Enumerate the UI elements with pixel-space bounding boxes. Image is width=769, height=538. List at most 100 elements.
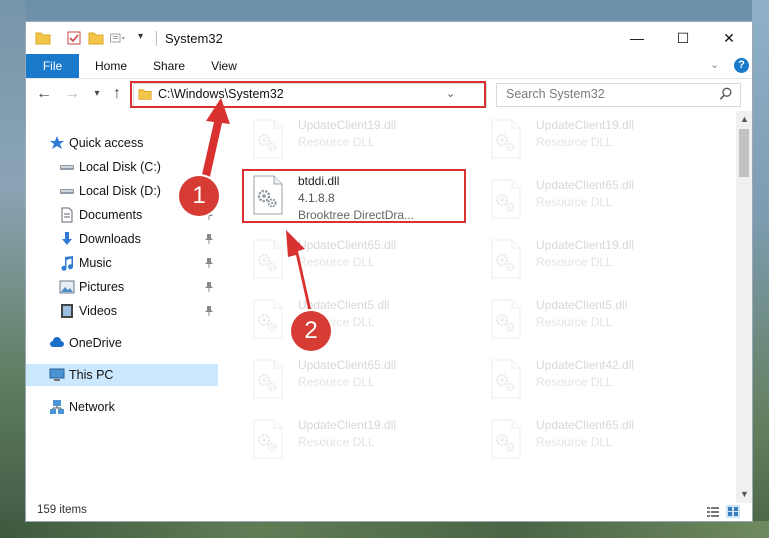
up-button[interactable]: ↑ bbox=[108, 85, 126, 103]
tab-home[interactable]: Home bbox=[86, 54, 136, 78]
file-type: Resource DLL bbox=[536, 135, 613, 149]
sidebar-item-label: Pictures bbox=[79, 280, 125, 294]
search-icon[interactable] bbox=[719, 87, 733, 101]
back-button[interactable]: ← bbox=[35, 85, 53, 103]
file-version: 4.1.8.8 bbox=[298, 191, 335, 205]
dll-file-icon bbox=[490, 119, 522, 159]
sidebar-item-onedrive[interactable]: OneDrive bbox=[26, 332, 218, 354]
expand-ribbon-chevron-icon[interactable]: ⌄ bbox=[710, 58, 719, 71]
file-name: UpdateClient19.dll bbox=[298, 418, 397, 432]
file-item[interactable]: UpdateClient5.dll Resource DLL bbox=[482, 295, 702, 345]
desktop-background-right bbox=[752, 0, 769, 538]
desktop-background-left bbox=[0, 0, 26, 538]
file-item[interactable]: UpdateClient65.dll Resource DLL bbox=[244, 235, 464, 285]
folder-icon[interactable] bbox=[35, 30, 51, 46]
file-name: UpdateClient65.dll bbox=[298, 358, 397, 372]
step-2-badge: 2 bbox=[291, 311, 331, 351]
dll-file-icon bbox=[252, 239, 284, 279]
sidebar-item-local-disk-c[interactable]: Local Disk (C:) bbox=[26, 156, 218, 178]
search-input[interactable]: Search System32 bbox=[496, 83, 741, 107]
large-icons-view-icon[interactable] bbox=[726, 505, 740, 518]
pin-icon bbox=[204, 281, 214, 293]
ribbon-tabs: File Home Share View ⌄ ? bbox=[26, 54, 752, 79]
pin-icon bbox=[204, 305, 214, 317]
file-name: UpdateClient42.dll bbox=[536, 358, 635, 372]
sidebar-item-label: Local Disk (D:) bbox=[79, 184, 161, 198]
file-name: UpdateClient65.dll bbox=[536, 418, 635, 432]
tab-view[interactable]: View bbox=[202, 54, 246, 78]
dll-file-icon bbox=[490, 419, 522, 459]
file-name: UpdateClient5.dll bbox=[536, 298, 628, 312]
help-icon[interactable]: ? bbox=[734, 58, 749, 73]
sidebar-item-label: Music bbox=[79, 256, 112, 270]
properties-check-icon[interactable] bbox=[66, 30, 82, 46]
file-item[interactable]: UpdateClient19.dll Resource DLL bbox=[482, 115, 702, 165]
file-name: UpdateClient65.dll bbox=[536, 178, 635, 192]
file-name: UpdateClient65.dll bbox=[298, 238, 397, 252]
file-type: Resource DLL bbox=[298, 375, 375, 389]
file-item[interactable]: UpdateClient65.dll Resource DLL bbox=[482, 415, 702, 465]
close-button[interactable]: ✕ bbox=[706, 22, 752, 54]
scrollbar-thumb[interactable] bbox=[739, 129, 749, 177]
vertical-scrollbar[interactable]: ▲ ▼ bbox=[736, 111, 752, 503]
title-separator bbox=[156, 31, 157, 46]
file-type: Resource DLL bbox=[536, 375, 613, 389]
dll-file-icon bbox=[490, 359, 522, 399]
navigation-pane: Quick access Local Disk (C:) Local Disk (D… bbox=[26, 111, 218, 503]
sidebar-item-network[interactable]: Network bbox=[26, 396, 218, 418]
address-bar-highlight bbox=[130, 81, 486, 108]
sidebar-item-pictures[interactable]: Pictures bbox=[26, 276, 218, 298]
file-item[interactable]: UpdateClient19.dll Resource DLL bbox=[482, 235, 702, 285]
details-view-icon[interactable] bbox=[706, 505, 720, 518]
dll-file-icon bbox=[252, 299, 284, 339]
music-icon bbox=[59, 255, 75, 271]
network-icon bbox=[49, 399, 65, 415]
drive-icon bbox=[59, 159, 75, 175]
sidebar-item-videos[interactable]: Videos bbox=[26, 300, 218, 322]
sidebar-item-label: Documents bbox=[79, 208, 143, 222]
customize-toolbar-chevron-icon[interactable]: ▾ bbox=[138, 31, 154, 47]
file-item-btddi[interactable]: btddi.dll 4.1.8.8 Brooktree DirectDra... bbox=[242, 169, 466, 223]
title-bar: ▾ System32 — ☐ ✕ bbox=[26, 22, 752, 54]
dll-file-icon bbox=[252, 359, 284, 399]
dll-file-icon bbox=[490, 179, 522, 219]
star-icon bbox=[49, 135, 65, 151]
sidebar-item-label: Local Disk (C:) bbox=[79, 160, 161, 174]
file-item[interactable]: UpdateClient19.dll Resource DLL bbox=[244, 115, 464, 165]
scroll-down-arrow-icon[interactable]: ▼ bbox=[740, 489, 749, 499]
maximize-button[interactable]: ☐ bbox=[660, 22, 706, 54]
file-item[interactable]: UpdateClient19.dll Resource DLL bbox=[244, 415, 464, 465]
sidebar-item-music[interactable]: Music bbox=[26, 252, 218, 274]
videos-icon bbox=[59, 303, 75, 319]
search-placeholder: Search System32 bbox=[506, 87, 605, 101]
new-folder-icon[interactable] bbox=[88, 30, 104, 46]
tab-file[interactable]: File bbox=[26, 54, 79, 78]
status-bar: 159 items bbox=[26, 503, 752, 521]
file-item[interactable]: UpdateClient42.dll Resource DLL bbox=[482, 355, 702, 405]
file-item[interactable]: UpdateClient65.dll Resource DLL bbox=[482, 175, 702, 225]
rename-icon[interactable] bbox=[110, 30, 126, 46]
sidebar-item-label: Network bbox=[69, 400, 115, 414]
file-name: UpdateClient19.dll bbox=[536, 118, 635, 132]
file-type: Resource DLL bbox=[536, 435, 613, 449]
file-item[interactable]: UpdateClient65.dll Resource DLL bbox=[244, 355, 464, 405]
minimize-button[interactable]: — bbox=[614, 22, 660, 54]
scroll-up-arrow-icon[interactable]: ▲ bbox=[740, 114, 749, 124]
window-title: System32 bbox=[165, 31, 223, 46]
file-type: Resource DLL bbox=[536, 315, 613, 329]
file-type: Resource DLL bbox=[536, 255, 613, 269]
sidebar-item-this-pc[interactable]: This PC bbox=[26, 364, 218, 386]
file-name: UpdateClient19.dll bbox=[536, 238, 635, 252]
forward-button[interactable]: → bbox=[63, 85, 81, 103]
file-list: UpdateClient19.dll Resource DLL UpdateClie… bbox=[218, 111, 736, 503]
sidebar-item-label: Downloads bbox=[79, 232, 141, 246]
sidebar-item-downloads[interactable]: Downloads bbox=[26, 228, 218, 250]
pin-icon bbox=[204, 233, 214, 245]
sidebar-item-label: Quick access bbox=[69, 136, 144, 150]
file-name: btddi.dll bbox=[298, 174, 340, 188]
computer-icon bbox=[49, 367, 65, 383]
recent-locations-chevron-icon[interactable]: ▾ bbox=[88, 85, 106, 103]
file-item[interactable]: UpdateClient5.dll Resource DLL bbox=[244, 295, 464, 345]
tab-share[interactable]: Share bbox=[145, 54, 193, 78]
sidebar-item-quick-access[interactable]: Quick access bbox=[26, 132, 218, 154]
